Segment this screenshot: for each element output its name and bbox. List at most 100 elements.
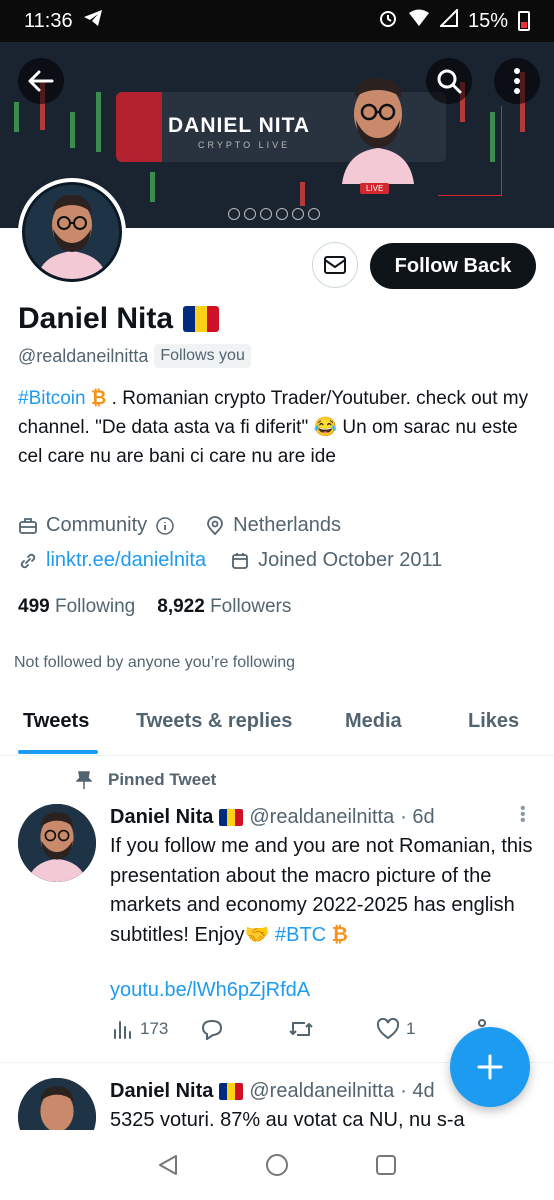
tweet-author-handle: @realdaneilnitta bbox=[249, 806, 395, 828]
tab-media[interactable]: Media bbox=[345, 710, 402, 733]
nav-back-icon[interactable] bbox=[156, 1153, 180, 1177]
profile-category: Community bbox=[46, 514, 148, 536]
tab-tweets[interactable]: Tweets bbox=[23, 710, 89, 733]
follow-counts: 499 Following 8,922 Followers bbox=[18, 596, 291, 618]
profile-handle: @realdaneilnitta bbox=[18, 345, 149, 366]
following-link[interactable]: 499 Following bbox=[18, 596, 135, 618]
tweet-header: Daniel Nita @realdaneilnitta · 4d bbox=[110, 1080, 435, 1103]
bitcoin-icon: ₿ bbox=[90, 388, 107, 409]
battery-percent: 15% bbox=[467, 9, 508, 32]
mail-icon bbox=[324, 256, 346, 274]
tweet-time: · 4d bbox=[400, 1080, 435, 1102]
profile-name-row: Daniel Nita bbox=[18, 302, 220, 336]
banner-avatar-illustration bbox=[336, 68, 420, 184]
romania-flag-icon bbox=[219, 1083, 244, 1100]
search-button[interactable] bbox=[426, 58, 472, 104]
status-bar: 11:36 15% bbox=[0, 0, 554, 42]
compose-tweet-button[interactable] bbox=[450, 1027, 530, 1107]
retweet-action[interactable] bbox=[288, 1018, 314, 1040]
system-nav-bar bbox=[0, 1130, 554, 1200]
location-pin-icon bbox=[207, 515, 224, 535]
back-button[interactable] bbox=[18, 58, 64, 104]
tweet-author-handle: @realdaneilnitta bbox=[249, 1080, 395, 1102]
meta-row-1: Community Netherlands bbox=[18, 514, 341, 537]
telegram-icon bbox=[83, 9, 103, 33]
meta-row-2: linktr.ee/danielnita Joined October 2011 bbox=[18, 549, 442, 572]
tweet-avatar[interactable] bbox=[18, 804, 96, 882]
tweet-body: If you follow me and you are not Romania… bbox=[110, 832, 534, 950]
banner-subtitle: CRYPTO LIVE bbox=[198, 140, 291, 150]
tweet-time: · 6d bbox=[400, 806, 435, 828]
battery-icon bbox=[518, 11, 530, 31]
romania-flag-icon bbox=[219, 809, 244, 826]
follows-you-badge: Follows you bbox=[154, 344, 251, 368]
tweet-hashtag-link[interactable]: #BTC bbox=[275, 924, 326, 946]
tweet-link-row: youtu.be/lWh6pZjRfdA bbox=[110, 976, 534, 1006]
pinned-label: Pinned Tweet bbox=[108, 770, 217, 789]
wifi-icon bbox=[408, 9, 430, 33]
banner-frame bbox=[438, 106, 502, 196]
calendar-icon bbox=[232, 552, 249, 569]
message-button[interactable] bbox=[312, 242, 358, 288]
tab-likes[interactable]: Likes bbox=[468, 710, 519, 733]
not-followed-note: Not followed by anyone you’re following bbox=[14, 654, 296, 671]
live-badge: LIVE bbox=[360, 183, 390, 194]
analytics-icon bbox=[114, 1021, 131, 1039]
link-icon bbox=[20, 553, 36, 568]
followers-count: 8,922 bbox=[157, 596, 205, 617]
tab-tweets-replies[interactable]: Tweets & replies bbox=[136, 710, 292, 733]
plus-icon bbox=[477, 1054, 503, 1080]
tweet-more-icon[interactable]: • • • bbox=[520, 801, 526, 829]
views-action[interactable]: 173 bbox=[112, 1018, 168, 1040]
bitcoin-icon: ₿ bbox=[331, 923, 348, 946]
briefcase-icon bbox=[19, 517, 37, 534]
reply-action[interactable] bbox=[200, 1018, 224, 1040]
views-count: 173 bbox=[140, 1019, 169, 1038]
nav-home-icon[interactable] bbox=[264, 1152, 290, 1178]
alarm-icon bbox=[378, 8, 398, 34]
profile-location: Netherlands bbox=[233, 514, 341, 536]
profile-name: Daniel Nita bbox=[18, 302, 174, 335]
handle-row: @realdaneilnitta Follows you bbox=[18, 344, 251, 368]
instagram-icon bbox=[228, 208, 240, 220]
profile-bio: #Bitcoin ₿ . Romanian crypto Trader/Yout… bbox=[18, 384, 538, 471]
follow-back-button[interactable]: Follow Back bbox=[370, 243, 536, 289]
tweet-author-name[interactable]: Daniel Nita bbox=[110, 1080, 213, 1103]
signal-icon bbox=[438, 7, 458, 33]
profile-tabs: Tweets Tweets & replies Media Likes bbox=[0, 694, 554, 756]
nav-recents-icon[interactable] bbox=[374, 1153, 398, 1177]
likes-count: 1 bbox=[406, 1019, 416, 1038]
followers-link[interactable]: 8,922 Followers bbox=[157, 596, 291, 618]
profile-website-link[interactable]: linktr.ee/danielnita bbox=[46, 549, 206, 572]
tweet-author-name[interactable]: Daniel Nita bbox=[110, 806, 213, 829]
more-options-button[interactable] bbox=[494, 58, 540, 104]
active-tab-indicator bbox=[18, 750, 98, 754]
following-count: 499 bbox=[18, 596, 50, 617]
followers-label: Followers bbox=[210, 596, 292, 617]
reply-icon bbox=[201, 1019, 223, 1040]
telegram-icon bbox=[292, 208, 304, 220]
facebook-icon bbox=[244, 208, 256, 220]
retweet-icon bbox=[289, 1022, 313, 1036]
profile-avatar[interactable] bbox=[18, 178, 126, 286]
youtube-icon bbox=[308, 208, 320, 220]
twitter-icon bbox=[260, 208, 272, 220]
more-vertical-icon bbox=[514, 68, 520, 94]
banner-social-icons bbox=[228, 208, 320, 220]
status-time: 11:36 bbox=[24, 9, 73, 32]
arrow-left-icon bbox=[28, 70, 54, 92]
banner-title: DANIEL NITA bbox=[168, 114, 311, 137]
discord-icon bbox=[276, 208, 288, 220]
tweet-header: Daniel Nita @realdaneilnitta · 6d bbox=[110, 806, 435, 829]
tweet-url-link[interactable]: youtu.be/lWh6pZjRfdA bbox=[110, 979, 310, 1001]
following-label: Following bbox=[54, 596, 136, 617]
pin-icon bbox=[76, 771, 92, 789]
info-icon[interactable] bbox=[155, 516, 175, 536]
profile-joined: Joined October 2011 bbox=[258, 549, 443, 571]
like-action[interactable]: 1 bbox=[376, 1018, 415, 1040]
search-icon bbox=[437, 69, 462, 94]
bio-hashtag-link[interactable]: #Bitcoin bbox=[18, 388, 86, 409]
tweet-text: 5325 voturi. 87% au votat ca NU, nu s-a bbox=[110, 1109, 465, 1131]
heart-icon bbox=[376, 1018, 400, 1040]
romania-flag-icon bbox=[183, 306, 220, 332]
